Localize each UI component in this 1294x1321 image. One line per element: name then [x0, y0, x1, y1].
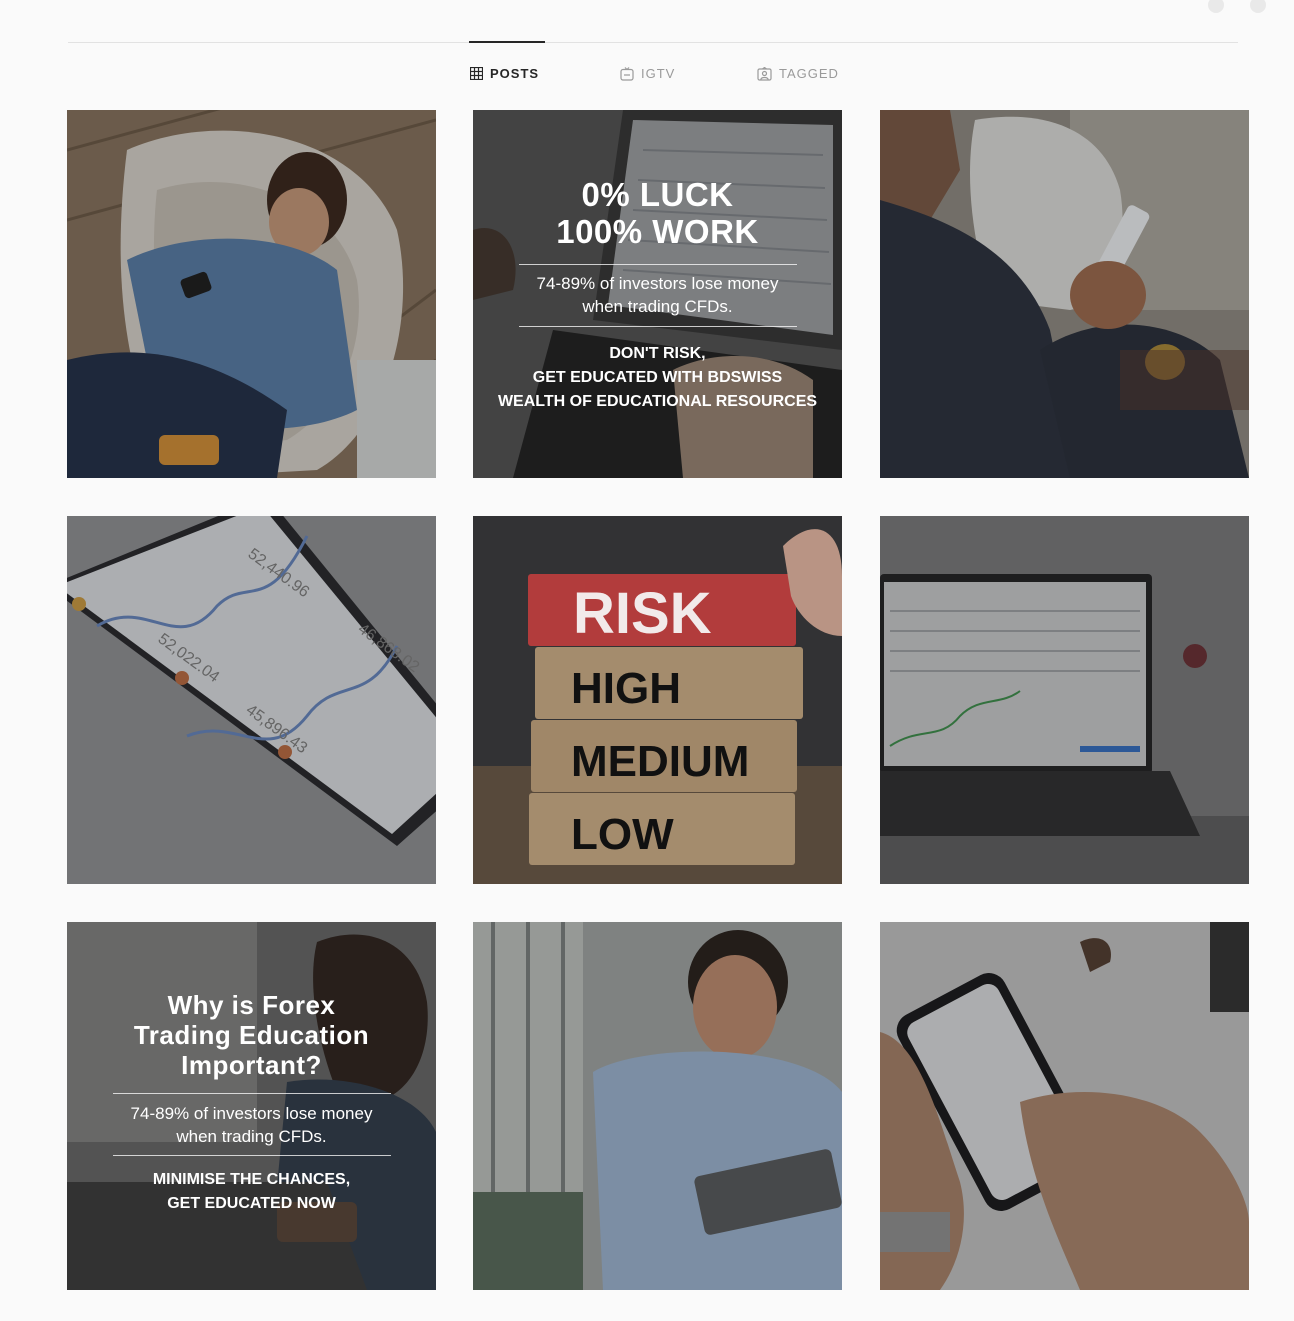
promo-headline-line: Why is Forex [167, 990, 336, 1020]
post-thumbnail[interactable] [473, 922, 842, 1290]
tagged-icon [757, 66, 772, 81]
grid-icon [470, 67, 483, 80]
promo-divider [112, 1155, 391, 1156]
profile-divider [68, 42, 1238, 43]
dot [1208, 0, 1224, 13]
tab-igtv-label: IGTV [641, 66, 676, 81]
post-thumbnail[interactable] [880, 516, 1249, 884]
promo-cta-line: DON'T RISK, [609, 345, 706, 362]
top-corner-decoration [1208, 0, 1266, 13]
post-thumbnail[interactable] [880, 110, 1249, 478]
promo-disclaimer-line: 74-89% of investors lose money [536, 274, 779, 293]
post-thumbnail[interactable]: Why is Forex Trading Education Important… [67, 922, 436, 1290]
promo-text-block: 0% LUCK 100% WORK 74-89% of investors lo… [473, 176, 842, 414]
low-block-label: LOW [571, 810, 674, 859]
promo-disclaimer-line: when trading CFDs. [176, 1127, 327, 1146]
promo-headline-line: 0% LUCK [581, 176, 734, 213]
image-shade [67, 110, 436, 478]
promo-headline-line: Trading Education [133, 1020, 370, 1050]
profile-tabs: POSTS IGTV TAGGED [0, 66, 1294, 86]
dot [1250, 0, 1266, 13]
promo-divider [518, 264, 797, 265]
tv-icon [620, 66, 634, 81]
promo-cta-line: GET EDUCATED WITH BDSWISS [532, 369, 783, 386]
promo-text-block: Why is Forex Trading Education Important… [67, 990, 436, 1216]
promo-divider [112, 1093, 391, 1094]
image-shade [880, 922, 1249, 1290]
post-thumbnail[interactable] [880, 922, 1249, 1290]
tab-igtv[interactable]: IGTV [620, 66, 675, 81]
tab-tagged[interactable]: TAGGED [757, 66, 839, 81]
tab-posts-label: POSTS [490, 66, 540, 81]
promo-cta-line: WEALTH OF EDUCATIONAL RESOURCES [497, 393, 818, 410]
promo-divider [518, 326, 797, 327]
image-shade [880, 110, 1249, 478]
image-shade [67, 516, 436, 884]
post-thumbnail[interactable]: 52,022.04 52,440.96 45,896.43 46,868.02 [67, 516, 436, 884]
post-thumbnail[interactable] [67, 110, 436, 478]
tab-tagged-label: TAGGED [779, 66, 839, 81]
post-thumbnail[interactable]: 0% LUCK 100% WORK 74-89% of investors lo… [473, 110, 842, 478]
high-block-label: HIGH [571, 664, 681, 713]
promo-headline-line: 100% WORK [556, 213, 759, 250]
promo-disclaimer-line: when trading CFDs. [582, 297, 733, 316]
promo-disclaimer-line: 74-89% of investors lose money [130, 1104, 373, 1123]
medium-block-label: MEDIUM [571, 737, 750, 786]
promo-cta-line: MINIMISE THE CHANCES, [152, 1171, 351, 1188]
post-thumbnail[interactable]: RISK HIGH MEDIUM LOW [473, 516, 842, 884]
active-tab-indicator [469, 41, 545, 43]
promo-cta-line: GET EDUCATED NOW [167, 1195, 336, 1212]
image-shade [473, 922, 842, 1290]
promo-headline-line: Important? [181, 1050, 322, 1080]
risk-block-label: RISK [573, 581, 712, 646]
image-shade [880, 516, 1249, 884]
tab-posts[interactable]: POSTS [470, 66, 539, 81]
